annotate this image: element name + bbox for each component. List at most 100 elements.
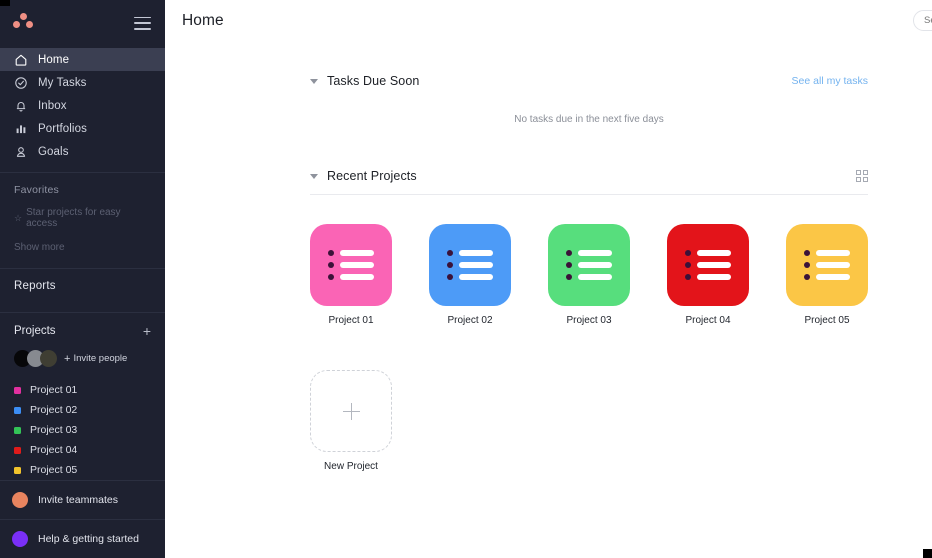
project-card[interactable]: Project 03 bbox=[548, 224, 630, 326]
page-title: Home bbox=[182, 12, 224, 29]
plus-icon bbox=[342, 402, 360, 420]
team-avatars-row: + Invite people bbox=[0, 350, 165, 367]
corner-artifact-top-left bbox=[0, 0, 10, 6]
menu-toggle-icon[interactable] bbox=[134, 16, 151, 30]
section-rule bbox=[310, 194, 868, 195]
recent-projects-header: Recent Projects bbox=[310, 169, 868, 183]
corner-artifact-bottom-right bbox=[923, 549, 932, 558]
sidebar-project-item[interactable]: Project 04 bbox=[14, 440, 151, 460]
sidebar-project-item[interactable]: Project 02 bbox=[14, 400, 151, 420]
project-card-label: Project 03 bbox=[566, 315, 612, 326]
bar-chart-icon bbox=[14, 122, 28, 136]
project-tile bbox=[429, 224, 511, 306]
home-icon bbox=[14, 53, 28, 67]
search-container bbox=[913, 10, 932, 31]
search-input[interactable] bbox=[913, 10, 932, 31]
favorites-show-more[interactable]: Show more bbox=[14, 242, 151, 253]
project-card-label: Project 04 bbox=[685, 315, 731, 326]
sidebar-nav: Home My Tasks Inbox Portfolios Goals bbox=[0, 48, 165, 163]
list-icon bbox=[447, 250, 493, 280]
check-circle-icon bbox=[14, 76, 28, 90]
sidebar-item-home[interactable]: Home bbox=[0, 48, 165, 71]
project-card[interactable]: Project 05 bbox=[786, 224, 868, 326]
project-tile bbox=[548, 224, 630, 306]
sidebar-item-label: Portfolios bbox=[38, 122, 87, 135]
projects-title: Projects bbox=[14, 325, 56, 337]
sidebar-project-item[interactable]: Project 03 bbox=[14, 420, 151, 440]
grid-view-icon[interactable] bbox=[856, 170, 868, 182]
tasks-empty-message: No tasks due in the next five days bbox=[514, 114, 664, 125]
project-cards-grid: Project 01 Project 02 Project 03 Project… bbox=[310, 224, 868, 326]
sidebar-footer: Invite teammates Help & getting started bbox=[0, 480, 165, 558]
sidebar-project-item[interactable]: Project 01 bbox=[14, 380, 151, 400]
project-color-swatch bbox=[14, 466, 21, 474]
projects-section: Projects + + Invite people Project 01 Pr… bbox=[0, 313, 165, 480]
invite-teammates-icon bbox=[12, 492, 28, 508]
project-tile bbox=[667, 224, 749, 306]
sidebar-project-label: Project 02 bbox=[30, 404, 78, 416]
project-color-swatch bbox=[14, 386, 21, 394]
favorites-section: Favorites ☆ Star projects for easy acces… bbox=[0, 173, 165, 259]
top-bar: Home bbox=[165, 0, 932, 46]
invite-people-button[interactable]: + Invite people bbox=[64, 353, 127, 365]
favorites-title: Favorites bbox=[14, 184, 59, 196]
list-icon bbox=[804, 250, 850, 280]
projects-header: Projects + bbox=[0, 324, 165, 338]
sidebar-project-item[interactable]: Project 05 bbox=[14, 460, 151, 480]
project-card-label: Project 02 bbox=[447, 315, 493, 326]
sidebar-header bbox=[0, 0, 165, 46]
tasks-section-title: Tasks Due Soon bbox=[327, 74, 420, 88]
project-card[interactable]: Project 04 bbox=[667, 224, 749, 326]
project-tile bbox=[310, 224, 392, 306]
new-project-card[interactable]: New Project bbox=[310, 370, 392, 472]
reports-section[interactable]: Reports bbox=[0, 269, 165, 303]
content-area: Tasks Due Soon See all my tasks No tasks… bbox=[165, 74, 932, 472]
sidebar-item-label: My Tasks bbox=[38, 76, 87, 89]
avatar[interactable] bbox=[40, 350, 57, 367]
project-card-label: Project 05 bbox=[804, 315, 850, 326]
project-card-label: Project 01 bbox=[328, 315, 374, 326]
sidebar-project-label: Project 01 bbox=[30, 384, 78, 396]
sidebar-project-list: Project 01 Project 02 Project 03 Project… bbox=[0, 380, 165, 480]
new-project-tile bbox=[310, 370, 392, 452]
see-all-tasks-link[interactable]: See all my tasks bbox=[792, 75, 868, 87]
tasks-header-left: Tasks Due Soon bbox=[310, 74, 419, 88]
sidebar-project-label: Project 04 bbox=[30, 444, 78, 456]
tasks-due-soon-header: Tasks Due Soon See all my tasks bbox=[310, 74, 868, 88]
list-icon bbox=[685, 250, 731, 280]
projects-header-left: Recent Projects bbox=[310, 169, 417, 183]
sidebar-item-inbox[interactable]: Inbox bbox=[0, 94, 165, 117]
sidebar-item-label: Inbox bbox=[38, 99, 67, 112]
help-getting-started-button[interactable]: Help & getting started bbox=[0, 520, 165, 558]
favorites-empty-hint: ☆ Star projects for easy access bbox=[14, 207, 121, 229]
sidebar-item-goals[interactable]: Goals bbox=[0, 140, 165, 163]
invite-teammates-label: Invite teammates bbox=[38, 494, 118, 506]
project-card[interactable]: Project 02 bbox=[429, 224, 511, 326]
add-project-icon[interactable]: + bbox=[143, 324, 151, 338]
invite-teammates-button[interactable]: Invite teammates bbox=[0, 481, 165, 519]
projects-section-title: Recent Projects bbox=[327, 169, 417, 183]
sidebar-item-label: Home bbox=[38, 53, 70, 66]
project-color-swatch bbox=[14, 426, 21, 434]
project-color-swatch bbox=[14, 406, 21, 414]
list-icon bbox=[566, 250, 612, 280]
new-project-row: New Project bbox=[310, 370, 868, 472]
sidebar-project-label: Project 05 bbox=[30, 464, 78, 476]
project-card[interactable]: Project 01 bbox=[310, 224, 392, 326]
help-icon bbox=[12, 531, 28, 547]
list-icon bbox=[328, 250, 374, 280]
bell-icon bbox=[14, 99, 28, 113]
goal-person-icon bbox=[14, 145, 28, 159]
star-icon: ☆ bbox=[14, 212, 23, 223]
app-root: Home My Tasks Inbox Portfolios Goals Fav… bbox=[0, 0, 932, 558]
plus-icon: + bbox=[64, 352, 71, 365]
chevron-down-icon[interactable] bbox=[310, 78, 318, 84]
project-tile bbox=[786, 224, 868, 306]
project-color-swatch bbox=[14, 446, 21, 454]
new-project-label: New Project bbox=[324, 461, 378, 472]
sidebar-item-my-tasks[interactable]: My Tasks bbox=[0, 71, 165, 94]
sidebar-item-portfolios[interactable]: Portfolios bbox=[0, 117, 165, 140]
asana-logo-icon[interactable] bbox=[12, 13, 34, 33]
chevron-down-icon[interactable] bbox=[310, 173, 318, 179]
reports-title: Reports bbox=[14, 280, 56, 292]
